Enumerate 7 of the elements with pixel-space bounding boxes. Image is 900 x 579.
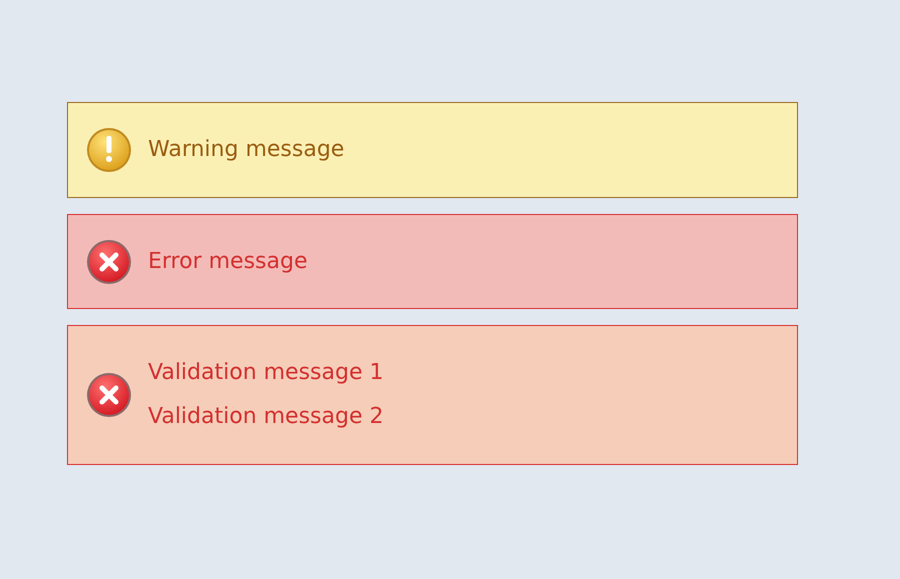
message-text: Warning message [148, 136, 344, 164]
message-text: Validation message 1 [148, 359, 384, 387]
message-text: Validation message 2 [148, 403, 384, 431]
error-icon [86, 238, 132, 284]
error-icon [86, 372, 132, 418]
warning-icon [86, 127, 132, 173]
message-text: Error message [148, 248, 308, 276]
